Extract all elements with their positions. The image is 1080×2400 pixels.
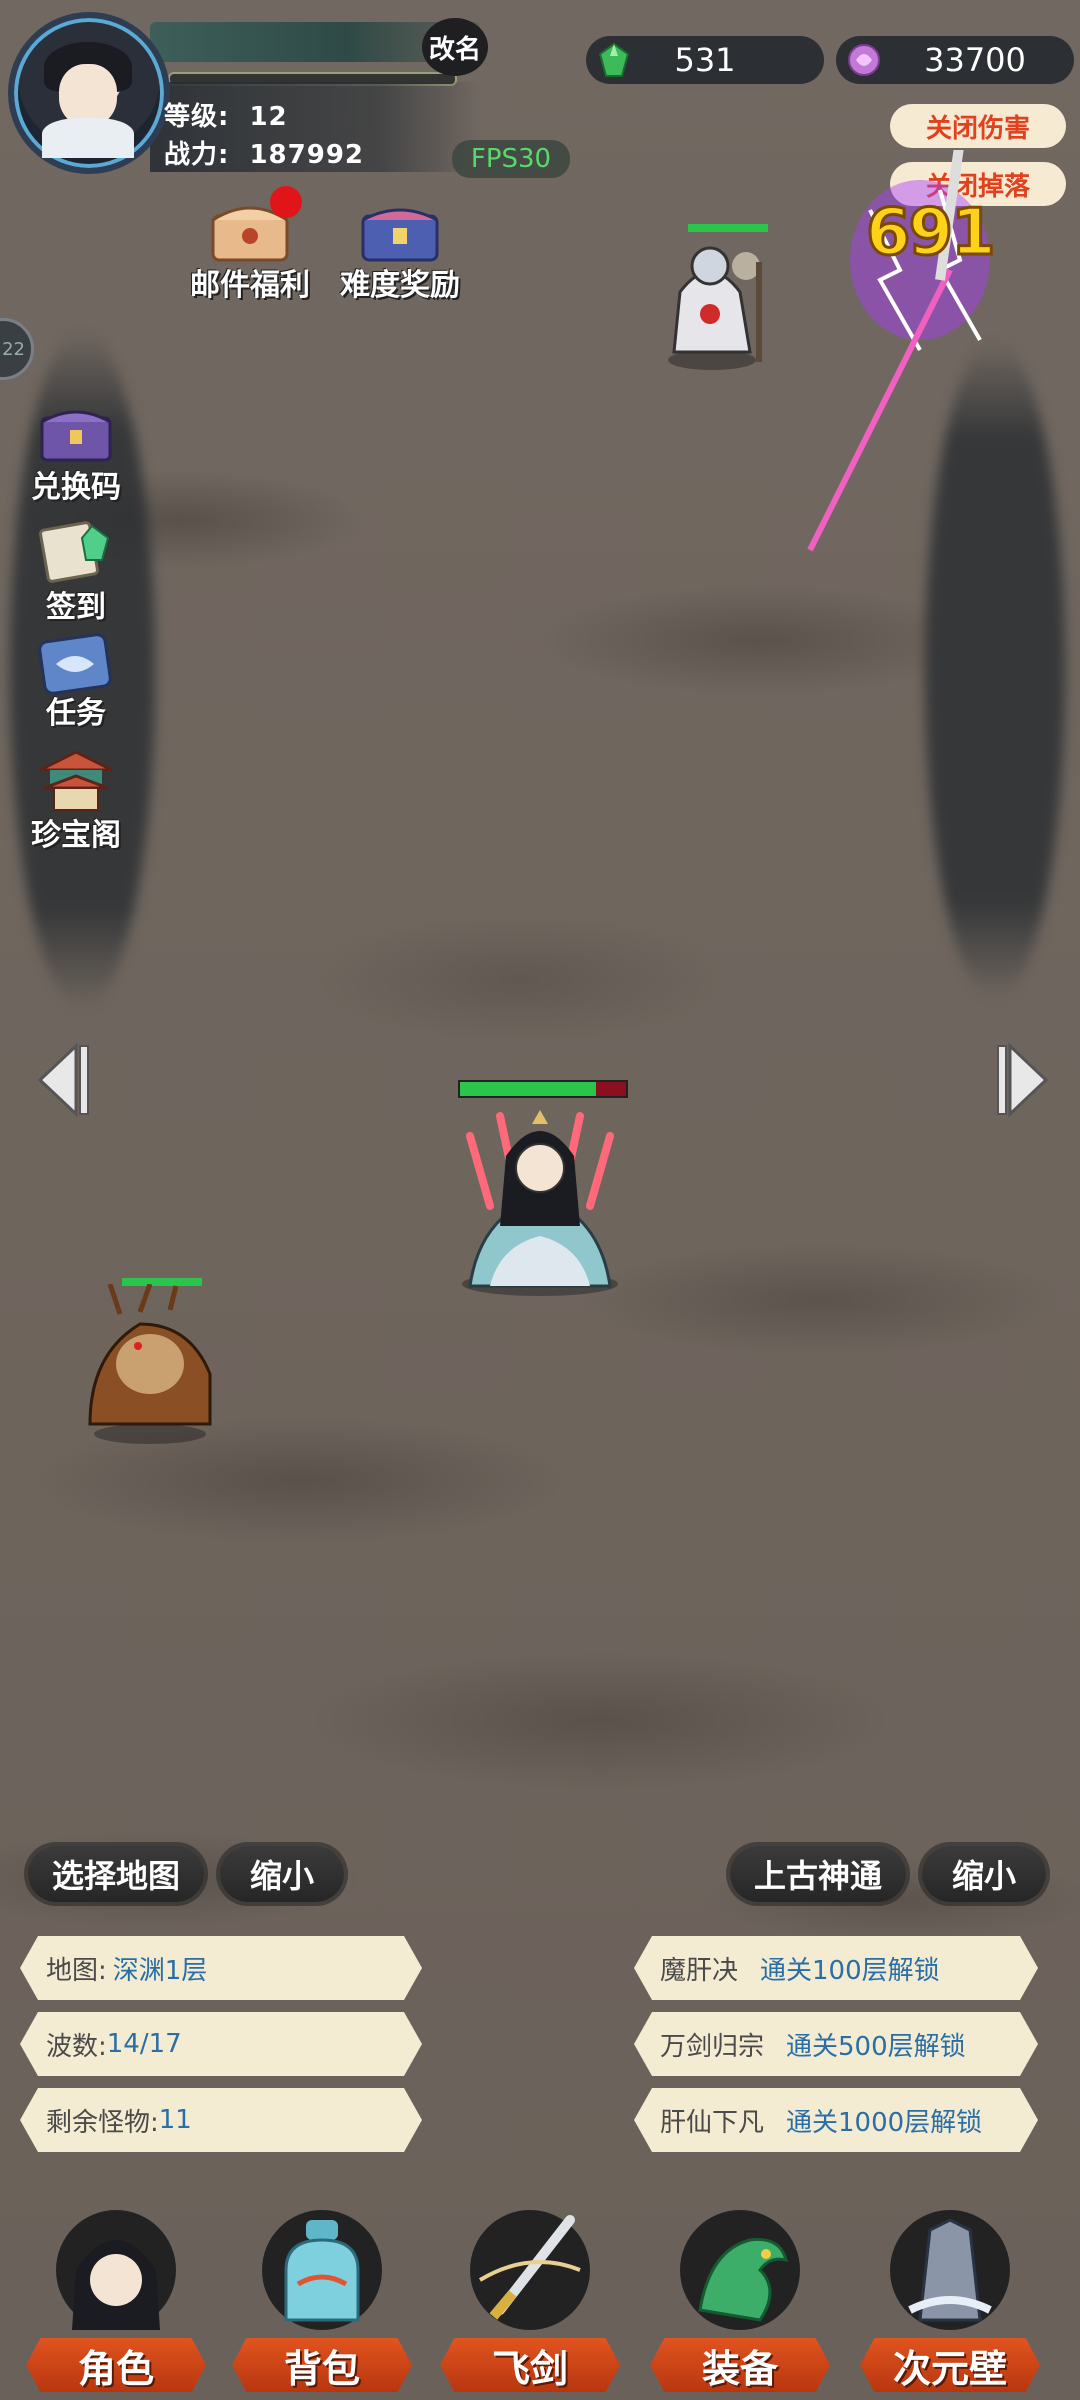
player-avatar[interactable] (8, 12, 170, 174)
skill-unlock-3-label: 肝仙下凡 (660, 2107, 765, 2138)
spirit-orb-icon (848, 44, 880, 76)
treasure-pavilion-button[interactable]: 珍宝阁 (26, 748, 126, 858)
treasure-pavilion-icon (39, 750, 113, 811)
mail-reward-label: 邮件福利 (190, 268, 310, 303)
power-label: 战力: (164, 140, 230, 170)
skill-unlock-1-label: 魔肝决 (660, 1955, 739, 1986)
mail-badge (270, 186, 302, 218)
green-gem-icon (598, 42, 630, 77)
avatar-robe (42, 118, 134, 158)
level-value: 12 (249, 102, 288, 132)
nav-flying-sword-label: 飞剑 (440, 2338, 620, 2392)
flying-sword-icon (470, 2210, 590, 2330)
spirit-currency: 33700 (836, 36, 1074, 84)
wave-info-value: 14/17 (106, 2029, 182, 2059)
difficulty-reward-button[interactable]: 难度奖励 (330, 196, 470, 306)
damage-number: 691 (865, 195, 998, 272)
remaining-monsters-info: 剩余怪物: 11 (20, 2088, 422, 2152)
skill-unlock-3-value: 通关1000层解锁 (786, 2107, 983, 2138)
wave-info: 波数: 14/17 (20, 2012, 422, 2076)
sign-in-button[interactable]: 签到 (26, 520, 126, 630)
mail-reward-button[interactable]: 邮件福利 (180, 186, 320, 306)
spirit-count: 33700 (924, 41, 1026, 79)
level-label: 等级: (164, 102, 230, 132)
fps-counter: FPS30 (452, 140, 570, 178)
select-map-button[interactable]: 选择地图 (28, 1846, 204, 1902)
skill-unlock-2[interactable]: 万剑归宗 通关500层解锁 (634, 2012, 1038, 2076)
nav-character-label: 角色 (26, 2338, 206, 2392)
skill-unlock-3[interactable]: 肝仙下凡 通关1000层解锁 (634, 2088, 1038, 2152)
skill-unlock-1-value: 通关100层解锁 (760, 1955, 940, 1986)
nav-backpack[interactable]: 背包 (232, 2210, 412, 2400)
nav-dimension-wall[interactable]: 次元壁 (860, 2210, 1040, 2400)
nav-backpack-label: 背包 (232, 2338, 412, 2392)
boss-enemy[interactable] (660, 232, 780, 372)
next-map-arrow-icon[interactable] (990, 1040, 1050, 1120)
shrink-left-button[interactable]: 缩小 (220, 1846, 344, 1902)
edge-tab-text: 22 (2, 338, 25, 360)
nav-character[interactable]: 角色 (26, 2210, 206, 2400)
backpack-icon (262, 2210, 382, 2330)
avatar-face (59, 64, 117, 126)
beast-enemy[interactable] (80, 1284, 230, 1444)
map-info-value: 深渊1层 (112, 1955, 208, 1986)
nav-dimension-wall-label: 次元壁 (860, 2338, 1040, 2392)
treasure-pavilion-label: 珍宝阁 (31, 818, 121, 853)
power-row: 战力: 187992 (164, 134, 364, 171)
toggle-damage-button[interactable]: 关闭伤害 (890, 104, 1066, 148)
equipment-icon (680, 2210, 800, 2330)
previous-map-arrow-icon[interactable] (36, 1040, 96, 1120)
player-hp-fill (460, 1082, 597, 1096)
difficulty-chest-icon (361, 208, 439, 262)
skill-unlock-1[interactable]: 魔肝决 通关100层解锁 (634, 1936, 1038, 2000)
player-character[interactable] (440, 1096, 640, 1296)
nav-flying-sword[interactable]: 飞剑 (440, 2210, 620, 2400)
boss-hp-bar (688, 224, 768, 232)
redeem-code-button[interactable]: 兑换码 (26, 400, 126, 510)
level-row: 等级: 12 (164, 96, 288, 133)
nav-equipment-label: 装备 (650, 2338, 830, 2392)
power-value: 187992 (249, 140, 365, 170)
difficulty-reward-label: 难度奖励 (340, 268, 460, 303)
quest-button[interactable]: 任务 (26, 630, 126, 740)
map-info-label: 地图: (46, 1955, 107, 1986)
nav-equipment[interactable]: 装备 (650, 2210, 830, 2400)
map-info: 地图: 深渊1层 (20, 1936, 422, 2000)
rename-button[interactable]: 改名 (422, 18, 488, 76)
remaining-monsters-label: 剩余怪物: (46, 2107, 159, 2138)
signin-scroll-icon (38, 521, 110, 583)
gem-count: 531 (674, 41, 736, 79)
remaining-monsters-value: 11 (158, 2105, 192, 2135)
ancient-skill-button[interactable]: 上古神通 (730, 1846, 906, 1902)
dimension-wall-icon (890, 2210, 1010, 2330)
sign-in-label: 签到 (46, 590, 106, 625)
gem-currency: 531 (586, 36, 824, 84)
redeem-chest-icon (40, 410, 112, 462)
character-icon (56, 2210, 176, 2330)
boss-hp-fill (688, 224, 768, 232)
quest-label: 任务 (46, 696, 106, 731)
skill-unlock-2-label: 万剑归宗 (660, 2031, 765, 2062)
shrink-right-button[interactable]: 缩小 (922, 1846, 1046, 1902)
skill-unlock-2-value: 通关500层解锁 (786, 2031, 966, 2062)
wave-info-label: 波数: (46, 2031, 107, 2062)
redeem-code-label: 兑换码 (31, 470, 121, 505)
